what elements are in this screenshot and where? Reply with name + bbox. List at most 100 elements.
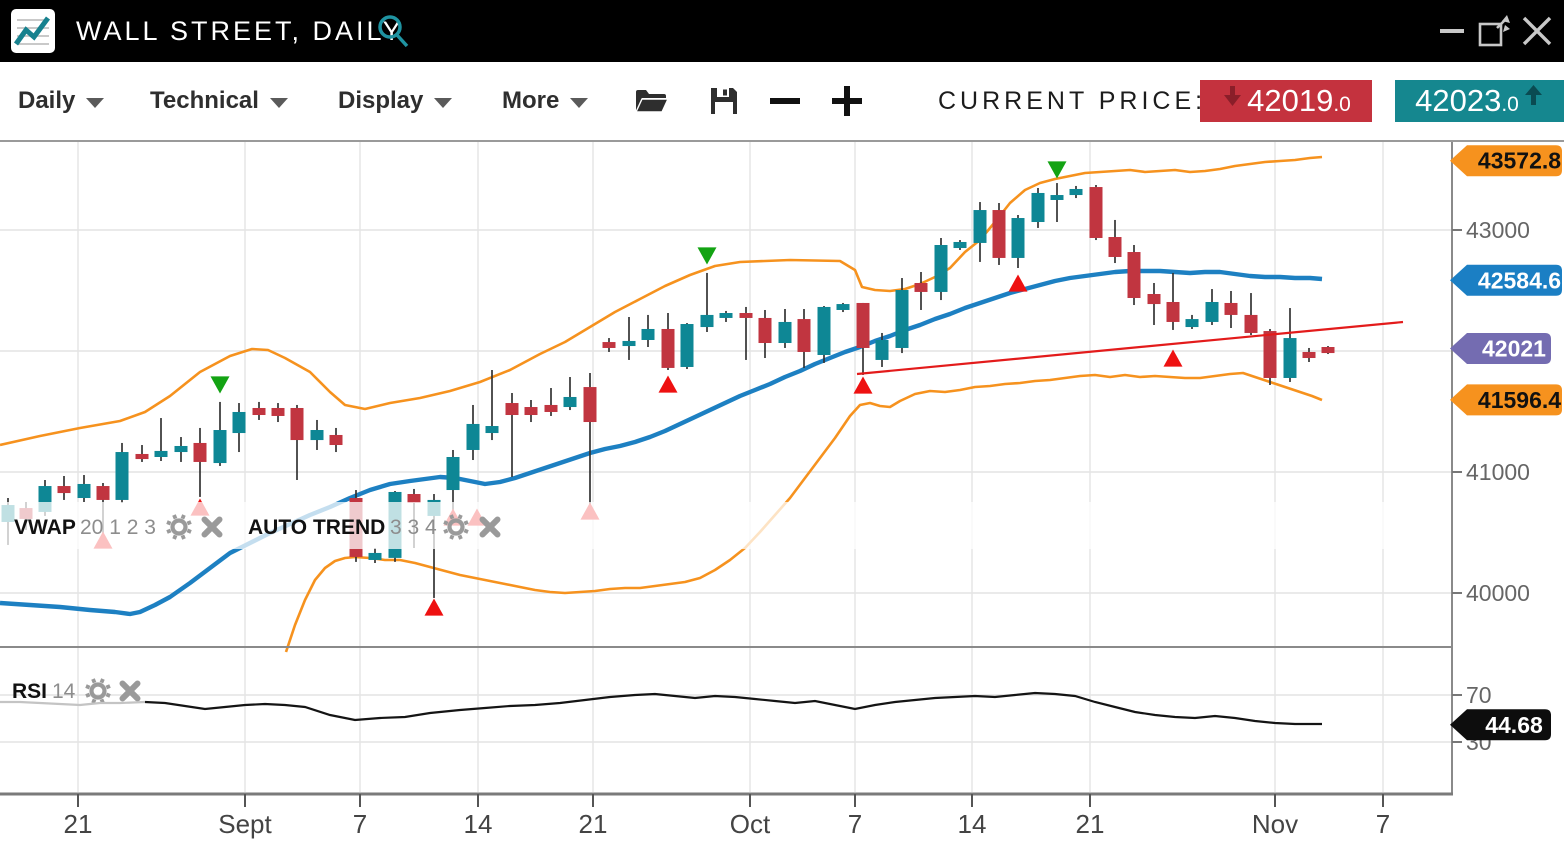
menu-timeframe-label: Daily bbox=[18, 87, 75, 115]
candle-body bbox=[233, 412, 246, 433]
menu-display[interactable]: Display bbox=[338, 62, 452, 140]
buy-price-badge[interactable]: 42023.0 bbox=[1395, 80, 1564, 122]
arrow-down-icon bbox=[1221, 84, 1243, 108]
candle-body bbox=[1148, 294, 1161, 304]
close-icon[interactable] bbox=[1520, 0, 1554, 62]
buy-signal-icon bbox=[1009, 275, 1028, 292]
candle-body bbox=[798, 319, 811, 352]
auto-trend-label: AUTO TREND bbox=[248, 516, 385, 539]
candle-body bbox=[155, 451, 168, 457]
candle-body bbox=[1032, 193, 1045, 222]
candle-body bbox=[681, 324, 694, 367]
remove-indicator-icon[interactable] bbox=[123, 684, 138, 699]
menu-timeframe[interactable]: Daily bbox=[18, 62, 104, 140]
toolbar: Daily Technical Display More CURRENT PRI… bbox=[0, 62, 1564, 142]
axis-price-badge-value: 42584.6 bbox=[1478, 267, 1561, 293]
date-tick-label: 21 bbox=[64, 809, 93, 839]
candle-body bbox=[818, 307, 831, 355]
arrow-up-icon bbox=[1522, 83, 1544, 107]
candle-body bbox=[1070, 189, 1083, 195]
candle-body bbox=[467, 424, 480, 450]
date-tick-label: Sept bbox=[218, 809, 272, 839]
sell-price-badge[interactable]: 42019.0 bbox=[1200, 80, 1372, 122]
sell-signal-icon bbox=[1048, 161, 1067, 178]
candle-body bbox=[1225, 303, 1238, 315]
candle-body bbox=[662, 329, 675, 368]
candle-body bbox=[1245, 315, 1258, 333]
minimize-icon[interactable] bbox=[1440, 0, 1464, 62]
candle-body bbox=[1303, 352, 1316, 358]
candle-body bbox=[408, 494, 421, 503]
search-icon[interactable] bbox=[376, 13, 410, 49]
price-tick-label: 40000 bbox=[1466, 580, 1530, 606]
chevron-down-icon bbox=[270, 98, 288, 108]
price-chart[interactable]: VWAP20 1 2 3AUTO TREND3 3 4RSI1443000410… bbox=[0, 142, 1564, 846]
candle-body bbox=[857, 303, 870, 348]
candle-body bbox=[740, 313, 753, 318]
open-folder-icon[interactable] bbox=[634, 62, 670, 140]
zoom-in-icon[interactable] bbox=[830, 62, 864, 140]
popout-icon[interactable] bbox=[1476, 0, 1512, 62]
chevron-down-icon bbox=[86, 98, 104, 108]
candle-body bbox=[506, 403, 519, 415]
date-tick-label: 21 bbox=[1076, 809, 1105, 839]
candle-body bbox=[1128, 252, 1141, 298]
candle-body bbox=[974, 210, 987, 243]
candle-body bbox=[720, 313, 733, 318]
candle-body bbox=[837, 304, 850, 310]
menu-more-label: More bbox=[502, 87, 559, 115]
date-tick-label: 14 bbox=[958, 809, 987, 839]
candle-body bbox=[915, 283, 928, 292]
candle-body bbox=[214, 430, 227, 463]
vwap-label: VWAP bbox=[14, 516, 76, 539]
rsi-tick-label: 70 bbox=[1466, 682, 1492, 708]
vwap-line bbox=[0, 271, 1322, 614]
menu-technical[interactable]: Technical bbox=[150, 62, 288, 140]
vwap-params: 20 1 2 3 bbox=[80, 516, 156, 539]
save-icon[interactable] bbox=[708, 62, 740, 140]
candle-body bbox=[876, 340, 889, 360]
sell-signal-icon bbox=[698, 247, 717, 264]
auto-trend-line bbox=[857, 322, 1403, 374]
sell-price-value: 42019 bbox=[1247, 83, 1333, 119]
candle-body bbox=[623, 341, 636, 346]
rsi-params: 14 bbox=[52, 680, 76, 703]
window-title: WALL STREET, DAILY bbox=[76, 0, 404, 62]
axis-price-badge-value: 43572.8 bbox=[1478, 148, 1561, 174]
buy-price-decimals: .0 bbox=[1501, 93, 1519, 117]
candle-body bbox=[486, 426, 499, 433]
rsi-label: RSI bbox=[12, 680, 47, 703]
candle-body bbox=[603, 342, 616, 348]
candle-body bbox=[779, 322, 792, 343]
zoom-out-icon[interactable] bbox=[770, 62, 802, 140]
candle-body bbox=[1284, 338, 1297, 378]
axis-price-badge-value: 44.68 bbox=[1485, 712, 1543, 738]
candle-body bbox=[1206, 302, 1219, 322]
date-tick-label: 7 bbox=[353, 809, 367, 839]
candle-body bbox=[584, 387, 597, 422]
candle-body bbox=[701, 315, 714, 327]
candle-body bbox=[1186, 319, 1199, 327]
candle-body bbox=[311, 430, 324, 440]
price-tick-label: 43000 bbox=[1466, 217, 1530, 243]
buy-signal-icon bbox=[425, 599, 444, 616]
candle-body bbox=[253, 408, 266, 415]
candle-body bbox=[954, 242, 967, 248]
buy-price-value: 42023 bbox=[1415, 83, 1501, 119]
chevron-down-icon bbox=[570, 98, 588, 108]
candle-body bbox=[330, 435, 343, 445]
candle-body bbox=[175, 446, 188, 452]
candle-body bbox=[1167, 302, 1180, 322]
menu-more[interactable]: More bbox=[502, 62, 588, 140]
candle-body bbox=[1109, 237, 1122, 257]
sell-price-decimals: .0 bbox=[1333, 93, 1351, 117]
candle-body bbox=[1264, 331, 1277, 378]
chevron-down-icon bbox=[434, 98, 452, 108]
candle-body bbox=[369, 553, 382, 560]
settings-gear-icon[interactable] bbox=[86, 679, 110, 703]
candle-body bbox=[993, 210, 1006, 258]
auto-trend-params: 3 3 4 bbox=[390, 516, 437, 539]
candle-body bbox=[97, 486, 110, 500]
rsi-line bbox=[145, 693, 1322, 724]
candle-body bbox=[78, 484, 91, 498]
